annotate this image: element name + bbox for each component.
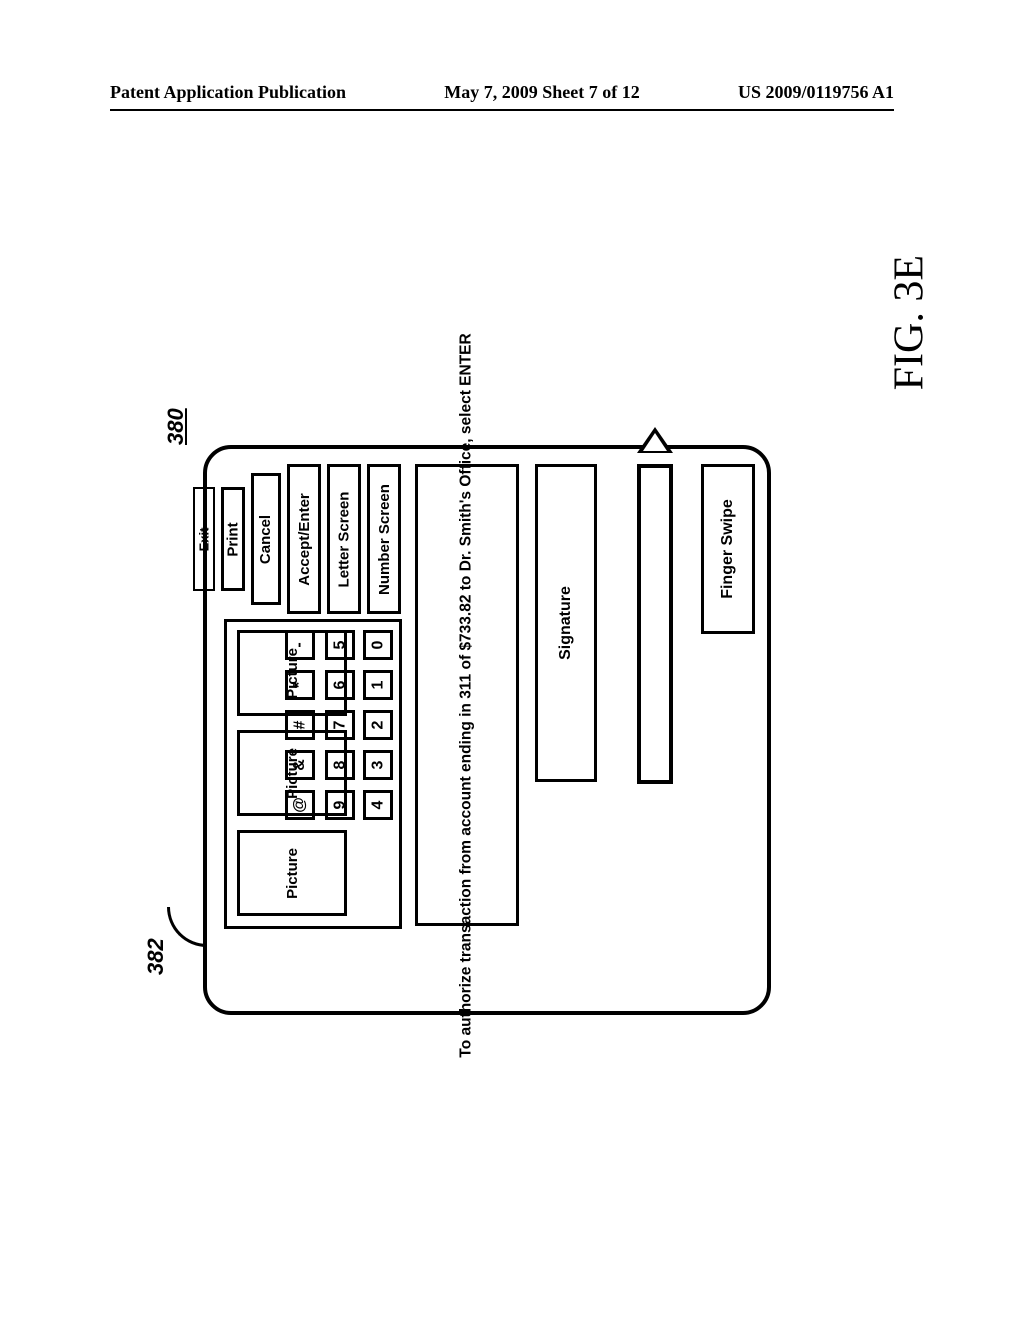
key-2[interactable]: 2 [363,710,393,740]
letter-screen-button[interactable]: Letter Screen [327,464,361,614]
ref-382: 382 [143,938,169,975]
picture-box-1[interactable]: Picture [237,630,347,716]
accept-enter-button[interactable]: Accept/Enter [287,464,321,614]
ref-380: 380 [163,408,189,445]
page-header: Patent Application Publication May 7, 20… [110,82,894,111]
message-text: To authorize transaction from account en… [457,333,478,1057]
key-0[interactable]: 0 [363,630,393,660]
picture-box-3[interactable]: Picture [237,830,347,916]
key-3[interactable]: 3 [363,750,393,780]
finger-swipe-box[interactable]: Finger Swipe [701,464,755,634]
header-right: US 2009/0119756 A1 [738,82,894,103]
exit-button[interactable]: Exit [193,487,215,591]
picture-box-2[interactable]: Picture [237,730,347,816]
stylus-icon [637,464,673,784]
print-button[interactable]: Print [221,487,245,591]
figure-area: FIG. 3E 380 382 Signature To authorize t… [155,255,855,1075]
key-1[interactable]: 1 [363,670,393,700]
device-frame: Signature To authorize transaction from … [203,445,771,1015]
number-screen-button[interactable]: Number Screen [367,464,401,614]
message-box: To authorize transaction from account en… [415,464,519,926]
leader-line [167,907,207,947]
stylus-tip-icon [637,427,673,453]
header-center: May 7, 2009 Sheet 7 of 12 [444,82,639,103]
keypad: 0 5 - 1 6 * 2 7 # 3 8 & 4 9 @ Picture Pi… [224,619,402,929]
signature-box[interactable]: Signature [535,464,597,782]
cancel-button[interactable]: Cancel [251,473,281,605]
key-4[interactable]: 4 [363,790,393,820]
finger-swipe-label: Finger Swipe [719,499,737,599]
figure-label: FIG. 3E [885,255,933,390]
signature-label: Signature [557,586,575,660]
header-left: Patent Application Publication [110,82,346,103]
